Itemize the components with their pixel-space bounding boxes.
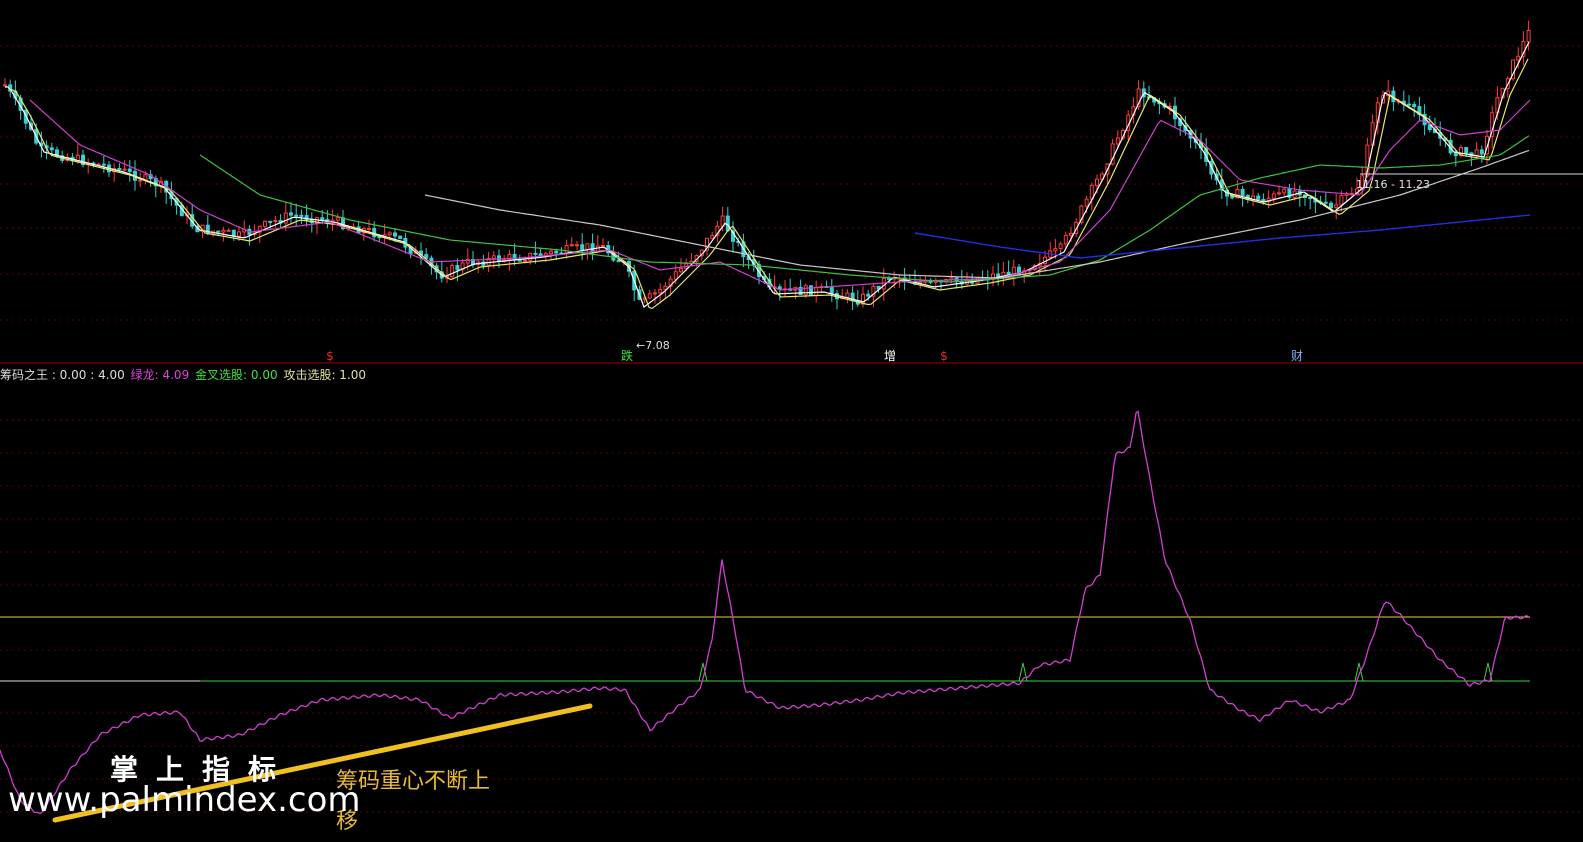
low-price-label: ←7.08 bbox=[636, 339, 670, 352]
candle-body bbox=[367, 227, 371, 230]
candle-body bbox=[569, 244, 574, 247]
candle-body bbox=[679, 268, 683, 273]
candle-body bbox=[320, 217, 325, 221]
candle-body bbox=[1474, 149, 1479, 157]
candle-body bbox=[1282, 188, 1287, 194]
legend-item-attack: 攻击选股: 1.00 bbox=[283, 368, 367, 382]
candle-body bbox=[3, 84, 7, 87]
candle-body bbox=[829, 287, 834, 295]
candle-body bbox=[1323, 201, 1328, 204]
candle-body bbox=[1339, 195, 1344, 206]
candle-body bbox=[601, 244, 605, 247]
candle-body bbox=[138, 179, 143, 182]
candle-body bbox=[231, 229, 236, 237]
candle-body bbox=[1058, 243, 1063, 250]
candle-body bbox=[1084, 198, 1089, 207]
candle-body bbox=[949, 277, 954, 281]
legend-item-green-dragon: 绿龙: 4.09 bbox=[130, 368, 190, 382]
candle-body bbox=[809, 285, 813, 296]
candle-body bbox=[1464, 147, 1469, 154]
candle-body bbox=[673, 271, 678, 280]
candle-body bbox=[517, 259, 522, 262]
candle-body bbox=[1412, 104, 1417, 108]
signal-marker: 增 bbox=[884, 349, 896, 363]
signal-marker: $ bbox=[940, 349, 948, 363]
candle-body bbox=[887, 277, 891, 280]
candle-body bbox=[554, 250, 559, 254]
candle-body bbox=[491, 255, 496, 259]
candle-body bbox=[575, 244, 579, 247]
candle-body bbox=[237, 231, 241, 237]
candle-body bbox=[580, 244, 585, 251]
signal-marker: 财 bbox=[1291, 349, 1303, 363]
candle-body bbox=[866, 293, 871, 297]
range-label: 11.16 - 11.23 bbox=[1356, 178, 1430, 191]
candle-body bbox=[1526, 29, 1531, 43]
candle-body bbox=[393, 232, 397, 237]
candle-body bbox=[814, 286, 819, 296]
candle-body bbox=[658, 288, 663, 294]
candle-body bbox=[777, 286, 782, 290]
candle-body bbox=[122, 168, 127, 171]
candle-body bbox=[1240, 189, 1245, 196]
candle-body bbox=[585, 243, 590, 251]
signal-marker: $ bbox=[326, 349, 334, 363]
candle-body bbox=[647, 293, 652, 299]
candle-body bbox=[1453, 152, 1458, 157]
candle-body bbox=[1115, 137, 1120, 145]
candle-body bbox=[335, 217, 340, 221]
legend-item-main: 筹码之王 : 0.00 : 4.00 bbox=[0, 368, 125, 382]
candle-body bbox=[450, 265, 455, 277]
candle-body bbox=[1329, 202, 1333, 209]
candle-body bbox=[710, 235, 715, 239]
candle-body bbox=[268, 220, 273, 223]
candle-body bbox=[398, 235, 403, 239]
candle-body bbox=[273, 220, 278, 223]
candle-body bbox=[1334, 204, 1339, 209]
candle-body bbox=[549, 250, 553, 255]
watermark-url: www.palmindex.com bbox=[8, 780, 361, 820]
indicator-legend: 筹码之王 : 0.00 : 4.00 绿龙: 4.09 金叉选股: 0.00 攻… bbox=[0, 366, 368, 383]
candle-body bbox=[299, 214, 304, 217]
candle-body bbox=[117, 168, 122, 171]
candle-body bbox=[455, 265, 460, 271]
candle-body bbox=[387, 232, 392, 236]
candle-body bbox=[216, 230, 221, 233]
candle-body bbox=[1271, 193, 1276, 199]
candle-body bbox=[564, 245, 569, 254]
candle-body bbox=[845, 292, 850, 298]
candle-body bbox=[1006, 271, 1011, 275]
candle-body bbox=[263, 220, 267, 227]
candle-body bbox=[1053, 248, 1058, 252]
candle-body bbox=[533, 252, 538, 255]
chart-background bbox=[0, 0, 1583, 837]
candle-body bbox=[1069, 232, 1073, 236]
candle-body bbox=[1256, 195, 1261, 200]
candle-body bbox=[127, 168, 132, 172]
candle-body bbox=[616, 259, 621, 263]
candle-body bbox=[1479, 149, 1484, 155]
candle-body bbox=[1095, 178, 1099, 186]
candle-body bbox=[294, 214, 299, 217]
candle-body bbox=[1407, 103, 1411, 106]
candle-body bbox=[653, 292, 657, 295]
candle-body bbox=[1308, 196, 1313, 200]
candle-body bbox=[101, 163, 106, 166]
candle-body bbox=[221, 229, 226, 233]
candle-body bbox=[1063, 234, 1068, 245]
signal-marker: 跌 bbox=[621, 348, 633, 363]
candle-body bbox=[523, 259, 527, 262]
candle-body bbox=[289, 212, 293, 216]
candle-body bbox=[1516, 55, 1521, 61]
candle-body bbox=[1277, 192, 1281, 195]
candle-body bbox=[590, 243, 595, 252]
candle-body bbox=[226, 229, 231, 232]
candle-body bbox=[49, 147, 54, 151]
chart-canvas: ←7.08 11.16 - 11.23 $ 跌 增 $ 财 bbox=[0, 0, 1583, 837]
legend-item-golden-cross: 金叉选股: 0.00 bbox=[195, 368, 278, 382]
